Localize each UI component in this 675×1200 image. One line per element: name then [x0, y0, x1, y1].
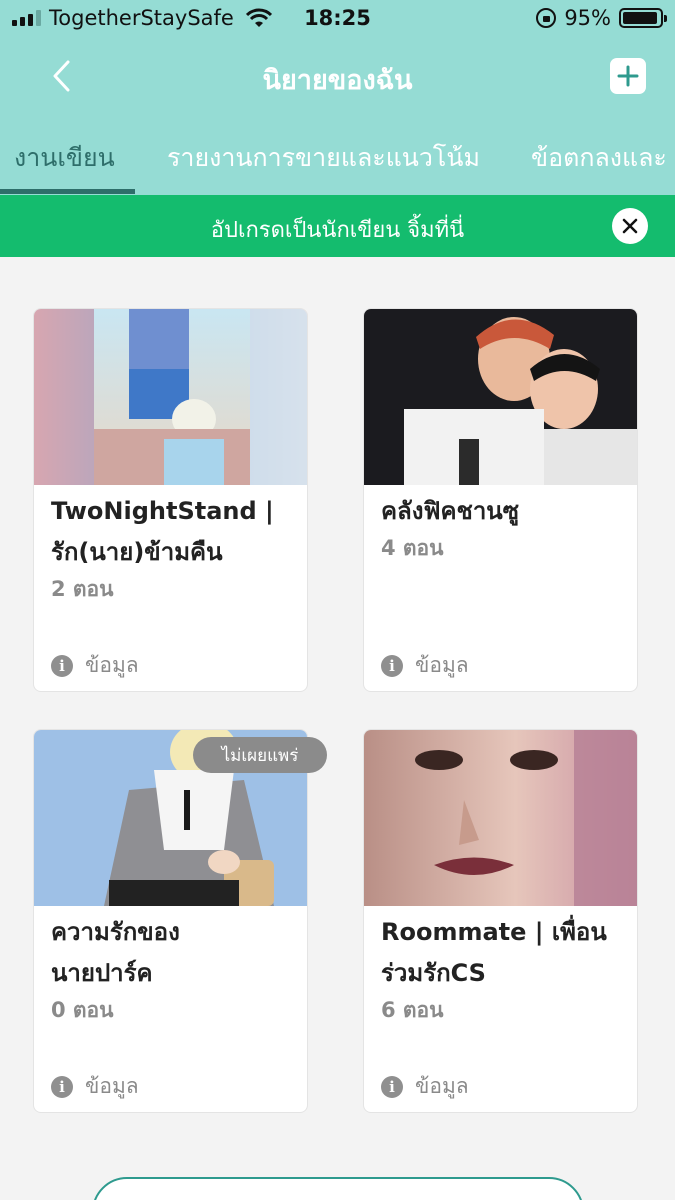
- episode-count: 6 ตอน: [381, 998, 444, 1022]
- novel-cover-image: [364, 730, 637, 906]
- app-header: นิยายของฉัน: [0, 38, 675, 118]
- battery-fill: [623, 12, 658, 24]
- tab-writings[interactable]: งานเขียน: [14, 138, 115, 178]
- active-tab-indicator: [0, 189, 135, 194]
- episode-count: 2 ตอน: [51, 577, 114, 601]
- info-icon: i: [381, 654, 403, 677]
- novel-title-line-1: Roommate | เพื่อน: [381, 918, 607, 946]
- upgrade-banner[interactable]: อัปเกรดเป็นนักเขียน จิ้มที่นี่: [0, 195, 675, 257]
- novel-card[interactable]: Roommate | เพื่อน ร่วมรักCS 6 ตอน i ข้อม…: [363, 729, 638, 1113]
- novel-title: TwoNightStand | รัก(นาย)ข้ามคืน: [51, 491, 295, 573]
- info-icon: i: [381, 1075, 403, 1098]
- novel-cover-image: [364, 309, 637, 485]
- novel-title-line-2: รัก(นาย)ข้ามคืน: [51, 538, 223, 566]
- novel-card[interactable]: TwoNightStand | รัก(นาย)ข้ามคืน 2 ตอน i …: [33, 308, 308, 692]
- banner-close-button[interactable]: [612, 208, 648, 244]
- create-novel-button[interactable]: [92, 1177, 584, 1200]
- novel-title-line-2: ร่วมรักCS: [381, 959, 486, 987]
- novel-cover-image: [34, 309, 307, 485]
- info-label: ข้อมูล: [415, 653, 469, 677]
- info-link[interactable]: i ข้อมูล: [51, 649, 139, 682]
- info-label: ข้อมูล: [415, 1074, 469, 1098]
- novel-title-line-1: ความรักของ: [51, 918, 180, 946]
- info-link[interactable]: i ข้อมูล: [381, 1070, 469, 1103]
- episode-count: 4 ตอน: [381, 536, 444, 560]
- status-right: 95%: [536, 6, 667, 30]
- add-novel-button[interactable]: [610, 58, 646, 94]
- novel-title-line-2: นายปาร์ค: [51, 959, 153, 987]
- status-bar: TogetherStaySafe 18:25 95%: [0, 0, 675, 38]
- page-title: นิยายของฉัน: [262, 65, 413, 96]
- tab-agreements[interactable]: ข้อตกลงและ: [531, 138, 667, 178]
- close-icon: [622, 218, 638, 234]
- rotation-lock-icon: [536, 8, 557, 28]
- tab-bar: งานเขียน รายงานการขายและแนวโน้ม ข้อตกลงแ…: [0, 118, 675, 195]
- info-icon: i: [51, 1075, 73, 1098]
- novel-title: ความรักของ นายปาร์ค: [51, 912, 295, 994]
- novel-card[interactable]: คลังฟิคชานซู 4 ตอน i ข้อมูล: [363, 308, 638, 692]
- banner-text[interactable]: อัปเกรดเป็นนักเขียน จิ้มที่นี่: [0, 212, 675, 247]
- battery-percent: 95%: [564, 6, 611, 30]
- info-link[interactable]: i ข้อมูล: [51, 1070, 139, 1103]
- novel-title-line-1: TwoNightStand |: [51, 497, 274, 525]
- info-label: ข้อมูล: [85, 1074, 139, 1098]
- tab-sales-report[interactable]: รายงานการขายและแนวโน้ม: [167, 138, 480, 178]
- battery-icon: [619, 8, 667, 28]
- novel-title: Roommate | เพื่อน ร่วมรักCS: [381, 912, 625, 994]
- episode-count: 0 ตอน: [51, 998, 114, 1022]
- info-label: ข้อมูล: [85, 653, 139, 677]
- info-icon: i: [51, 654, 73, 677]
- novel-title-line-1: คลังฟิคชานซู: [381, 497, 519, 525]
- plus-icon: [617, 65, 639, 87]
- info-link[interactable]: i ข้อมูล: [381, 649, 469, 682]
- unpublished-badge: ไม่เผยแพร่: [193, 737, 327, 773]
- novel-card[interactable]: ความรักของ นายปาร์ค 0 ตอน i ข้อมูล: [33, 729, 308, 1113]
- novel-title: คลังฟิคชานซู: [381, 491, 625, 532]
